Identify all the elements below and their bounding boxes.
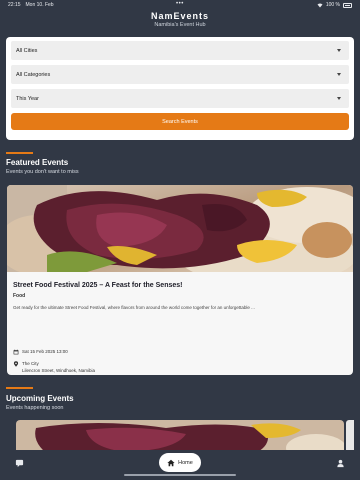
upcoming-title: Upcoming Events xyxy=(6,394,74,403)
app-subtitle: Namibia's Event Hub xyxy=(154,22,206,28)
section-divider xyxy=(6,387,33,389)
filter-card: All Cities All Categories This Year Sear… xyxy=(6,37,354,140)
home-icon xyxy=(167,459,175,466)
featured-subtitle: Events you don't want to miss xyxy=(6,169,79,175)
event-datetime: Sat 15 Feb 2025 13:00 xyxy=(22,349,68,354)
status-indicators: 100 % xyxy=(317,2,352,8)
category-select-value: All Categories xyxy=(16,71,51,78)
app-header: NamEvents Namibia's Event Hub xyxy=(0,10,360,28)
category-select[interactable]: All Categories xyxy=(11,65,349,84)
event-location-text: The City Lilencron Street, Windhoek, Nam… xyxy=(22,361,95,373)
event-category: Food xyxy=(13,293,26,299)
wifi-icon xyxy=(317,3,323,7)
app-title: NamEvents xyxy=(150,11,210,21)
search-events-button[interactable]: Search Events xyxy=(11,113,349,130)
battery-icon xyxy=(343,2,352,8)
chevron-down-icon xyxy=(337,49,341,52)
chevron-down-icon xyxy=(337,97,341,100)
home-indicator xyxy=(124,474,236,476)
nav-home-button[interactable]: Home xyxy=(159,453,201,472)
status-date: Mon 10. Feb xyxy=(25,2,54,8)
period-select[interactable]: This Year xyxy=(11,89,349,108)
upcoming-subtitle: Events happening soon xyxy=(6,405,64,411)
event-details: Street Food Festival 2025 – A Feast for … xyxy=(7,277,353,375)
city-select[interactable]: All Cities xyxy=(11,41,349,60)
chat-icon[interactable] xyxy=(15,459,24,468)
featured-title: Featured Events xyxy=(6,158,69,167)
event-address: Lilencron Street, Windhoek, Namibia xyxy=(22,368,96,373)
battery-percent: 100 % xyxy=(325,2,340,8)
period-select-value: This Year xyxy=(16,95,39,102)
location-pin-icon xyxy=(13,361,19,367)
event-date-row: Sat 15 Feb 2025 13:00 xyxy=(13,349,68,355)
chevron-down-icon xyxy=(337,73,341,76)
multitask-dots[interactable]: ••• xyxy=(176,1,184,7)
section-divider xyxy=(6,152,33,154)
calendar-icon xyxy=(13,349,19,355)
status-time: 22:15 xyxy=(8,2,21,8)
event-venue: The City xyxy=(22,361,39,366)
event-location-row: The City Lilencron Street, Windhoek, Nam… xyxy=(13,361,95,373)
person-icon[interactable] xyxy=(336,459,345,468)
event-description: Get ready for the ultimate Street Food F… xyxy=(13,305,255,310)
nav-home-label: Home xyxy=(178,459,193,466)
event-title: Street Food Festival 2025 – A Feast for … xyxy=(13,282,183,289)
city-select-value: All Cities xyxy=(16,47,38,54)
status-bar: 22:15 Mon 10. Feb ••• 100 % xyxy=(0,0,360,10)
event-image xyxy=(7,185,353,285)
featured-event-card[interactable]: Street Food Festival 2025 – A Feast for … xyxy=(7,185,353,375)
